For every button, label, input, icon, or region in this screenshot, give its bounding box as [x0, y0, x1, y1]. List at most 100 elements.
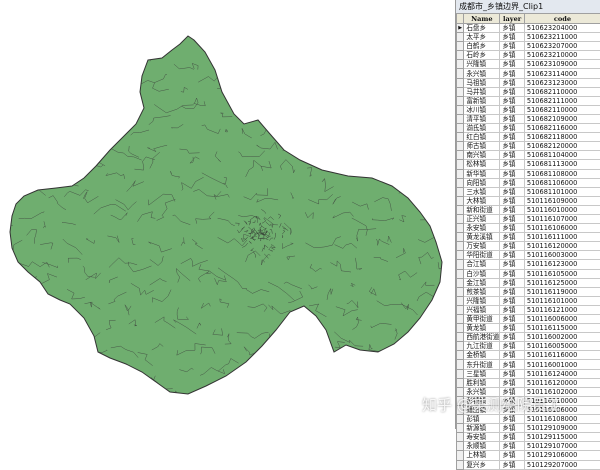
row-selector[interactable] [457, 269, 464, 278]
name-cell[interactable]: 兴隆镇 [464, 296, 500, 305]
name-cell[interactable]: 九江街道 [464, 342, 500, 351]
code-cell[interactable]: 510682111000 [524, 96, 600, 105]
layer-cell[interactable]: 乡镇 [500, 433, 525, 442]
row-selector[interactable] [457, 360, 464, 369]
row-selector[interactable] [457, 369, 464, 378]
name-cell[interactable]: 富新镇 [464, 96, 500, 105]
code-cell[interactable]: 510623114000 [524, 69, 600, 78]
table-row[interactable]: 冰川镇乡镇510682110000 [457, 105, 600, 114]
code-cell[interactable]: 510116108000 [524, 415, 600, 424]
name-cell[interactable]: 黄龙溪镇 [464, 233, 500, 242]
layer-cell[interactable]: 乡镇 [500, 87, 525, 96]
table-row[interactable]: 新源镇乡镇510129109000 [457, 424, 600, 433]
layer-cell[interactable]: 乡镇 [500, 287, 525, 296]
layer-cell[interactable]: 乡镇 [500, 69, 525, 78]
layer-cell[interactable]: 乡镇 [500, 51, 525, 60]
name-cell[interactable]: 合江镇 [464, 260, 500, 269]
layer-cell[interactable]: 乡镇 [500, 342, 525, 351]
code-cell[interactable]: 510116120000 [524, 378, 600, 387]
name-cell[interactable]: 石岭乡 [464, 51, 500, 60]
table-row[interactable]: 师古镇乡镇510682120000 [457, 142, 600, 151]
layer-cell[interactable]: 乡镇 [500, 324, 525, 333]
layer-cell[interactable]: 乡镇 [500, 315, 525, 324]
row-selector[interactable] [457, 51, 464, 60]
name-cell[interactable]: 白鹤乡 [464, 42, 500, 51]
table-row[interactable]: ▶石盘乡乡镇510623204000 [457, 24, 600, 33]
row-selector[interactable] [457, 187, 464, 196]
code-cell[interactable]: 510623211000 [524, 33, 600, 42]
table-row[interactable]: 复兴乡乡镇510129207000 [457, 460, 600, 469]
layer-cell[interactable]: 乡镇 [500, 233, 525, 242]
layer-cell[interactable]: 乡镇 [500, 378, 525, 387]
layer-cell[interactable]: 乡镇 [500, 133, 525, 142]
table-row[interactable]: 黄甲街道乡镇510116006000 [457, 315, 600, 324]
layer-cell[interactable]: 乡镇 [500, 124, 525, 133]
name-cell[interactable]: 寿安镇 [464, 433, 500, 442]
layer-cell[interactable]: 乡镇 [500, 196, 525, 205]
name-cell[interactable]: 清平镇 [464, 114, 500, 123]
table-row[interactable]: 永兴镇乡镇510623114000 [457, 69, 600, 78]
code-cell[interactable]: 510623207000 [524, 42, 600, 51]
row-selector[interactable] [457, 87, 464, 96]
code-cell[interactable]: 510129207000 [524, 460, 600, 469]
code-cell[interactable]: 510681106000 [524, 178, 600, 187]
table-row[interactable]: 向阳镇乡镇510681106000 [457, 178, 600, 187]
row-selector[interactable] [457, 415, 464, 424]
table-row[interactable]: 黄龙镇乡镇510116115000 [457, 324, 600, 333]
name-cell[interactable]: 兴福镇 [464, 305, 500, 314]
row-selector[interactable] [457, 96, 464, 105]
code-cell[interactable]: 510681104000 [524, 151, 600, 160]
table-row[interactable]: 富新镇乡镇510682111000 [457, 96, 600, 105]
table-row[interactable]: 永顺镇乡镇510129107000 [457, 442, 600, 451]
row-selector[interactable]: ▶ [457, 24, 464, 33]
table-row[interactable]: 九江街道乡镇510116005000 [457, 342, 600, 351]
name-cell[interactable]: 永安镇 [464, 224, 500, 233]
layer-cell[interactable]: 乡镇 [500, 187, 525, 196]
table-row[interactable]: 三水镇乡镇510681101000 [457, 187, 600, 196]
layer-cell[interactable]: 乡镇 [500, 224, 525, 233]
layer-cell[interactable]: 乡镇 [500, 442, 525, 451]
name-cell[interactable]: 西航港街道 [464, 333, 500, 342]
row-selector[interactable] [457, 296, 464, 305]
code-cell[interactable]: 510116121000 [524, 305, 600, 314]
table-row[interactable]: 新华镇乡镇510681108000 [457, 169, 600, 178]
code-cell[interactable]: 510623210000 [524, 51, 600, 60]
name-cell[interactable]: 金江镇 [464, 278, 500, 287]
layer-cell[interactable]: 乡镇 [500, 296, 525, 305]
layer-cell[interactable]: 乡镇 [500, 278, 525, 287]
code-cell[interactable]: 510116105000 [524, 269, 600, 278]
code-cell[interactable]: 510116101000 [524, 296, 600, 305]
table-row[interactable]: 金江镇乡镇510116125000 [457, 278, 600, 287]
code-cell[interactable]: 510681113000 [524, 160, 600, 169]
name-cell[interactable]: 上林镇 [464, 451, 500, 460]
row-selector[interactable] [457, 351, 464, 360]
name-cell[interactable]: 新华镇 [464, 169, 500, 178]
name-cell[interactable]: 东升街道 [464, 360, 500, 369]
layer-cell[interactable]: 乡镇 [500, 114, 525, 123]
name-cell[interactable]: 金桥镇 [464, 351, 500, 360]
code-cell[interactable]: 510129106000 [524, 451, 600, 460]
code-cell[interactable]: 510682118000 [524, 133, 600, 142]
code-cell[interactable]: 510116006000 [524, 315, 600, 324]
row-selector[interactable] [457, 69, 464, 78]
row-selector[interactable] [457, 315, 464, 324]
layer-cell[interactable]: 乡镇 [500, 251, 525, 260]
name-cell[interactable]: 黄甲街道 [464, 315, 500, 324]
row-selector[interactable] [457, 442, 464, 451]
name-cell[interactable]: 大林镇 [464, 196, 500, 205]
code-cell[interactable]: 510682110000 [524, 105, 600, 114]
name-cell[interactable]: 冰川镇 [464, 105, 500, 114]
layer-cell[interactable]: 乡镇 [500, 24, 525, 33]
code-cell[interactable]: 510682109000 [524, 114, 600, 123]
layer-cell[interactable]: 乡镇 [500, 369, 525, 378]
row-selector[interactable] [457, 251, 464, 260]
layer-cell[interactable]: 乡镇 [500, 269, 525, 278]
table-row[interactable]: 万安镇乡镇510116120000 [457, 242, 600, 251]
name-cell[interactable]: 石盘乡 [464, 24, 500, 33]
name-cell[interactable]: 万安镇 [464, 242, 500, 251]
layer-cell[interactable]: 乡镇 [500, 214, 525, 223]
row-selector[interactable] [457, 196, 464, 205]
code-cell[interactable]: 510682120000 [524, 142, 600, 151]
code-cell[interactable]: 510116107000 [524, 214, 600, 223]
row-selector[interactable] [457, 214, 464, 223]
